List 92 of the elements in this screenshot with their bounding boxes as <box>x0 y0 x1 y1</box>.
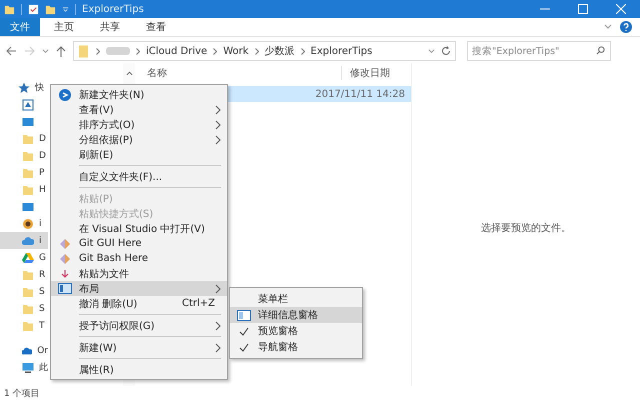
folder-icon <box>78 44 90 58</box>
onedrive-icon <box>22 344 32 356</box>
menu-item[interactable]: 撤消 删除(U) Ctrl+Z <box>51 296 227 311</box>
menu-item[interactable]: 新建(W) <box>51 340 227 355</box>
nav-item[interactable]: P <box>0 164 48 181</box>
properties-icon[interactable] <box>28 4 39 14</box>
new-folder-icon <box>59 88 71 100</box>
folder-icon[interactable] <box>45 4 56 14</box>
menu-item[interactable]: 排序方式(O) <box>51 117 227 132</box>
menu-item[interactable]: 详细信息窗格 <box>230 307 362 323</box>
chevron-icon <box>136 48 140 54</box>
dropdown-icon[interactable] <box>428 48 435 54</box>
menu-item[interactable]: 布局 <box>51 281 227 296</box>
chevron-icon[interactable] <box>604 23 612 31</box>
search-field[interactable]: 搜索"ExplorerTips" <box>467 41 611 61</box>
diamond-icon <box>59 252 71 264</box>
menu-item[interactable]: 授予访问权限(G) <box>51 318 227 333</box>
pc-icon <box>22 362 34 374</box>
folder-icon <box>22 150 34 162</box>
menu-item[interactable]: 分组依据(P) <box>51 132 227 147</box>
monitor-icon <box>22 200 34 212</box>
help-icon[interactable] <box>620 21 632 33</box>
chevron-icon <box>96 48 100 54</box>
nav-item[interactable]: G <box>0 249 48 266</box>
close-icon[interactable] <box>616 4 626 14</box>
folder-icon <box>22 320 34 332</box>
nav-item[interactable]: R <box>0 266 48 283</box>
nav-item[interactable]: S <box>0 283 48 300</box>
menu-item[interactable]: Git GUI Here <box>51 236 227 251</box>
folder-icon <box>22 184 34 196</box>
ribbon-tab[interactable]: 查看 <box>134 18 178 36</box>
breadcrumb-item[interactable]: Work <box>223 46 249 56</box>
pane-icon <box>58 283 72 294</box>
folder-icon[interactable] <box>4 4 15 14</box>
menu-item[interactable]: 查看(V) <box>51 102 227 117</box>
menu-item[interactable]: 在 Visual Studio 中打开(V) <box>51 221 227 236</box>
maximize-icon[interactable] <box>578 4 588 14</box>
diamond-icon <box>59 238 71 250</box>
nav-item[interactable]: S <box>0 300 48 317</box>
menu-item[interactable]: 导航窗格 <box>230 339 362 355</box>
nav-item[interactable]: D <box>0 147 48 164</box>
chevron-icon <box>300 48 305 54</box>
menu-item[interactable]: 刷新(E) <box>51 147 227 162</box>
breadcrumb-item[interactable]: ExplorerTips <box>310 46 372 56</box>
folder-icon <box>22 286 34 298</box>
window-title: ExplorerTips <box>82 4 144 14</box>
folder-icon <box>22 268 34 280</box>
column-header[interactable]: 名称 <box>139 66 341 80</box>
drive-icon <box>22 252 34 264</box>
breadcrumb-item[interactable]: 少数派 <box>264 44 295 58</box>
breadcrumb-item[interactable]: iCloud Drive <box>146 46 208 56</box>
menu-item[interactable]: 自定义文件夹(F)... <box>51 169 227 184</box>
chevron-icon <box>213 48 218 54</box>
menu-item[interactable]: 粘贴为文件 <box>51 266 227 281</box>
column-header[interactable]: 修改日期 <box>341 66 390 80</box>
dropdown-icon[interactable] <box>62 6 69 12</box>
folder-icon <box>22 302 34 314</box>
menu-item[interactable]: Git Bash Here <box>51 251 227 266</box>
arrow-icon <box>60 268 70 278</box>
address-bar[interactable]: iCloud Drive Work 少数派 ExplorerTips <box>73 41 456 61</box>
ribbon-tab[interactable]: 文件 <box>0 18 40 36</box>
menu-item[interactable]: 属性(R) <box>51 362 227 377</box>
up-arrow-icon[interactable] <box>56 46 66 56</box>
refresh-icon[interactable] <box>441 46 451 56</box>
ribbon-tab[interactable]: 共享 <box>88 18 132 36</box>
nav-item[interactable]: i <box>0 215 48 232</box>
dropdown-icon[interactable] <box>42 48 49 54</box>
monitor-icon <box>22 116 34 128</box>
nav-item[interactable]: T <box>0 317 48 334</box>
menu-item[interactable]: 菜单栏 <box>230 291 362 307</box>
nav-item[interactable]: i <box>0 232 48 249</box>
ribbon-tab[interactable]: 主页 <box>42 18 86 36</box>
preview-message: 选择要预览的文件。 <box>481 222 571 236</box>
cloud-icon <box>22 234 34 246</box>
item-count: 1 个项目 <box>4 388 40 400</box>
scroll-up-icon[interactable] <box>126 71 132 76</box>
pane-icon <box>237 310 251 320</box>
blurred-text <box>106 47 130 55</box>
nav-item[interactable]: 此 <box>0 359 48 376</box>
folder-icon <box>22 132 34 144</box>
chevron-icon <box>254 48 259 54</box>
doc-icon <box>22 98 34 110</box>
menu-item[interactable]: 预览窗格 <box>230 323 362 339</box>
nav-item[interactable]: D <box>0 130 48 147</box>
app-icon <box>22 218 34 230</box>
nav-item[interactable]: 快 <box>0 79 48 96</box>
nav-item[interactable]: H <box>0 181 48 198</box>
back-arrow-icon[interactable] <box>6 46 17 56</box>
star-icon <box>18 82 30 94</box>
nav-item[interactable]: Or <box>0 342 48 359</box>
search-icon <box>596 46 605 55</box>
folder-icon <box>22 166 34 178</box>
